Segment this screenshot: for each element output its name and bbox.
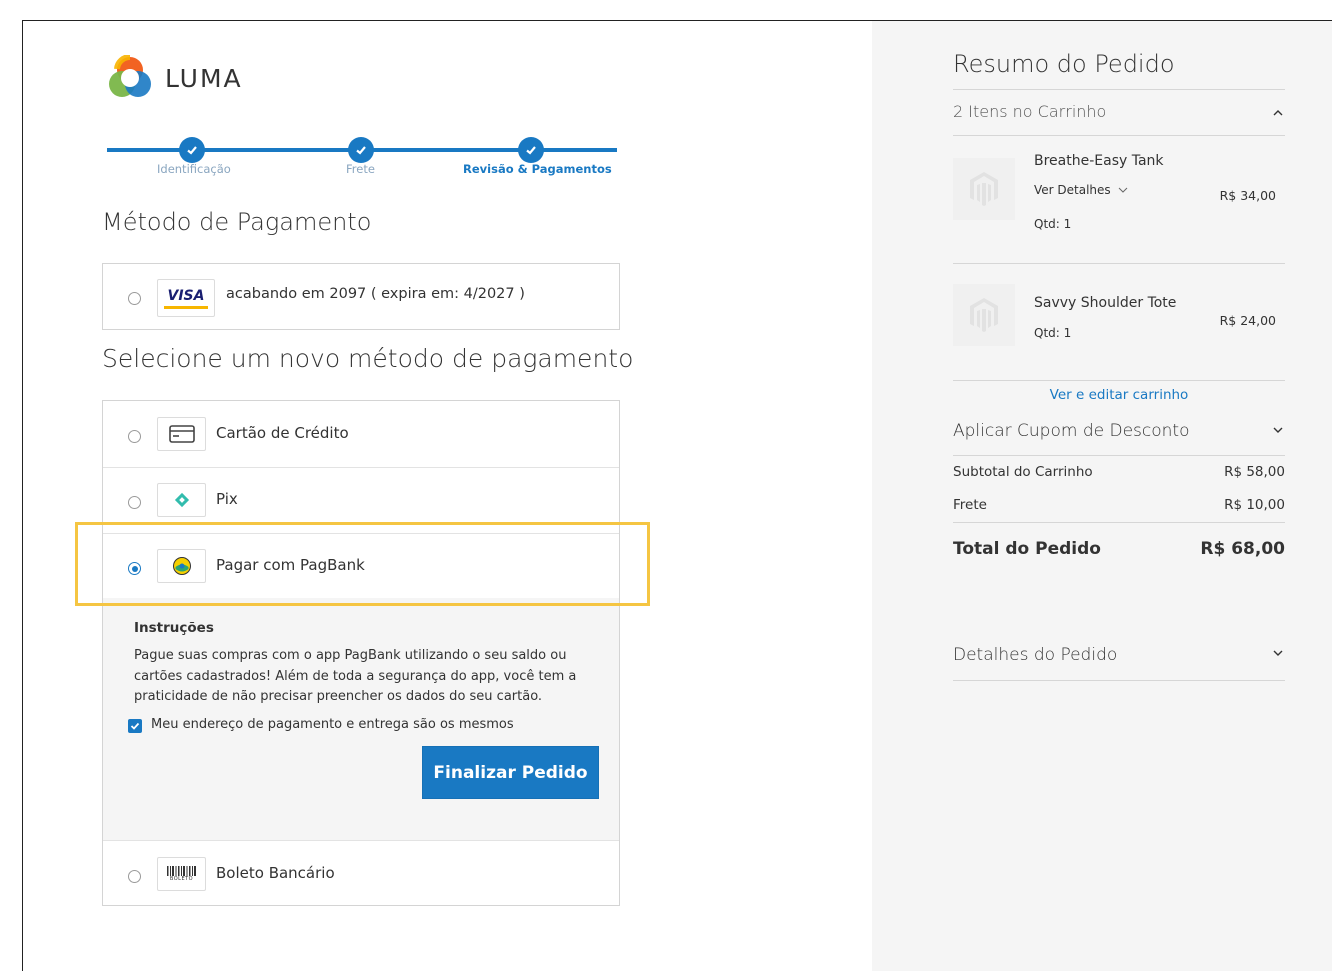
divider <box>953 135 1285 136</box>
boleto-radio[interactable] <box>128 870 141 883</box>
product-price: R$ 34,00 <box>1219 188 1276 203</box>
shipping-label: Frete <box>953 497 987 513</box>
visa-icon: VISA <box>157 279 215 317</box>
credit-card-icon <box>157 417 206 451</box>
saved-card-radio[interactable] <box>128 292 141 305</box>
edit-cart-link[interactable]: Ver e editar carrinho <box>953 387 1285 403</box>
payment-option-credit-card[interactable]: Cartão de Crédito <box>103 401 619 467</box>
brand-name: LUMA <box>165 63 243 93</box>
chevron-down-icon <box>1118 187 1127 193</box>
step-label-identificacao[interactable]: Identificação <box>157 162 231 176</box>
magento-placeholder-icon <box>970 298 998 332</box>
order-summary-title: Resumo do Pedido <box>953 50 1175 78</box>
payment-option-boleto[interactable]: BOLETO Boleto Bancário <box>103 841 619 907</box>
product-price: R$ 24,00 <box>1219 313 1276 328</box>
discount-coupon-toggle[interactable]: Aplicar Cupom de Desconto <box>953 421 1189 441</box>
product-qty: Qtd: 1 <box>1034 217 1072 231</box>
luma-logo-icon <box>109 55 151 97</box>
payment-method-title: Método de Pagamento <box>102 208 372 236</box>
new-payment-method-title: Selecione um novo método de pagamento <box>102 344 634 373</box>
boleto-label: Boleto Bancário <box>216 864 335 882</box>
same-address-label[interactable]: Meu endereço de pagamento e entrega são … <box>151 717 514 732</box>
pagbank-instructions-panel: Instruções Pague suas compras com o app … <box>103 598 619 840</box>
step-revisao-check-icon <box>518 137 544 163</box>
subtotal-value: R$ 58,00 <box>1224 464 1285 480</box>
product-name: Savvy Shoulder Tote <box>1034 295 1177 311</box>
chevron-down-icon[interactable] <box>1272 424 1284 436</box>
step-label-frete[interactable]: Frete <box>346 162 375 176</box>
subtotal-label: Subtotal do Carrinho <box>953 464 1093 480</box>
magento-placeholder-icon <box>970 172 998 206</box>
cart-items-toggle[interactable]: 2 Itens no Carrinho <box>953 102 1106 121</box>
pix-icon <box>157 483 206 517</box>
product-thumbnail[interactable] <box>953 158 1015 220</box>
step-label-revisao: Revisão & Pagamentos <box>463 162 612 176</box>
product-qty: Qtd: 1 <box>1034 326 1072 340</box>
same-address-checkbox[interactable] <box>128 719 142 733</box>
pix-radio[interactable] <box>128 496 141 509</box>
divider <box>953 522 1285 523</box>
divider <box>953 263 1285 264</box>
credit-card-radio[interactable] <box>128 430 141 443</box>
place-order-button[interactable]: Finalizar Pedido <box>422 746 599 799</box>
divider <box>953 455 1285 456</box>
selected-method-highlight <box>75 522 650 606</box>
grand-total-value: R$ 68,00 <box>1200 539 1285 559</box>
chevron-up-icon[interactable] <box>1272 107 1284 119</box>
boleto-icon: BOLETO <box>157 857 206 891</box>
instructions-text: Pague suas compras com o app PagBank uti… <box>134 648 577 704</box>
instructions-title: Instruções <box>134 620 214 636</box>
view-details-toggle[interactable]: Ver Detalhes <box>1034 183 1128 197</box>
divider <box>953 680 1285 681</box>
shipping-value: R$ 10,00 <box>1224 497 1285 513</box>
pix-label: Pix <box>216 490 238 508</box>
chevron-down-icon[interactable] <box>1272 647 1284 659</box>
order-details-toggle[interactable]: Detalhes do Pedido <box>953 645 1117 665</box>
step-identificacao-check-icon <box>179 137 205 163</box>
product-thumbnail[interactable] <box>953 284 1015 346</box>
divider <box>953 380 1285 381</box>
divider <box>953 89 1285 90</box>
brand-logo[interactable]: LUMA <box>107 55 243 101</box>
product-name: Breathe-Easy Tank <box>1034 153 1164 169</box>
step-frete-check-icon <box>348 137 374 163</box>
checkmark-icon <box>130 722 140 730</box>
saved-card-option[interactable]: VISA acabando em 2097 ( expira em: 4/202… <box>102 263 620 330</box>
grand-total-label: Total do Pedido <box>953 539 1101 559</box>
saved-card-label: acabando em 2097 ( expira em: 4/2027 ) <box>226 286 525 302</box>
credit-card-label: Cartão de Crédito <box>216 424 349 442</box>
